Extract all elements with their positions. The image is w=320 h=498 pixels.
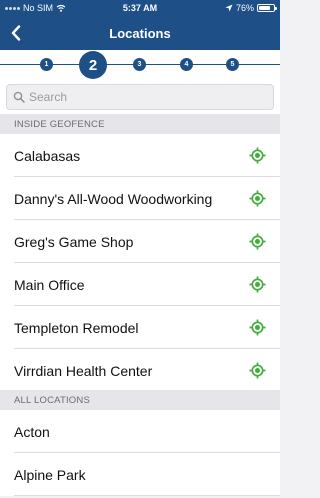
chevron-left-icon (11, 25, 21, 41)
search-input[interactable] (29, 90, 229, 104)
location-name: Virrdian Health Center (14, 362, 153, 379)
geofence-target-icon (249, 147, 266, 164)
location-name: Main Office (14, 276, 85, 293)
page-title: Locations (109, 25, 171, 41)
step-2-current[interactable]: 2 (79, 51, 107, 79)
search-bar (0, 80, 280, 114)
geofence-target-icon (249, 362, 266, 379)
battery-level (259, 6, 270, 10)
location-row-gregs-game-shop[interactable]: Greg's Game Shop (0, 220, 280, 263)
location-row-alpine-park[interactable]: Alpine Park (0, 453, 280, 496)
section-header-inside-geofence: INSIDE GEOFENCE (0, 114, 280, 134)
geofence-target-icon (249, 319, 266, 336)
section-header-all-locations: ALL LOCATIONS (0, 390, 280, 410)
location-row-main-office[interactable]: Main Office (0, 263, 280, 306)
geofence-target-icon (249, 276, 266, 293)
step-3[interactable]: 3 (133, 58, 146, 71)
step-4[interactable]: 4 (180, 58, 193, 71)
location-row-dannys-all-wood-woodworking[interactable]: Danny's All-Wood Woodworking (0, 177, 280, 220)
location-row-virrdian-health-center[interactable]: Virrdian Health Center (0, 349, 280, 392)
geofence-target-icon (249, 190, 266, 207)
search-box[interactable] (6, 84, 274, 110)
search-icon (13, 91, 25, 103)
nav-bar: Locations (0, 16, 280, 50)
location-name: Templeton Remodel (14, 319, 139, 336)
location-row-acton[interactable]: Acton (0, 410, 280, 453)
location-name: Acton (14, 423, 50, 440)
location-row-templeton-remodel[interactable]: Templeton Remodel (0, 306, 280, 349)
battery-icon (257, 4, 277, 12)
geofence-target-icon (249, 233, 266, 250)
status-time: 5:37 AM (122, 3, 158, 13)
step-progress: 1 2 3 4 5 (0, 50, 280, 80)
location-name: Calabasas (14, 147, 81, 164)
location-row-calabasas[interactable]: Calabasas (0, 134, 280, 177)
location-name: Alpine Park (14, 466, 86, 483)
location-name: Danny's All-Wood Woodworking (14, 190, 213, 207)
step-5[interactable]: 5 (226, 58, 239, 71)
back-button[interactable] (6, 22, 26, 44)
step-1[interactable]: 1 (40, 58, 53, 71)
status-bar: No SIM 5:37 AM 76% (0, 0, 280, 16)
location-name: Greg's Game Shop (14, 233, 134, 250)
